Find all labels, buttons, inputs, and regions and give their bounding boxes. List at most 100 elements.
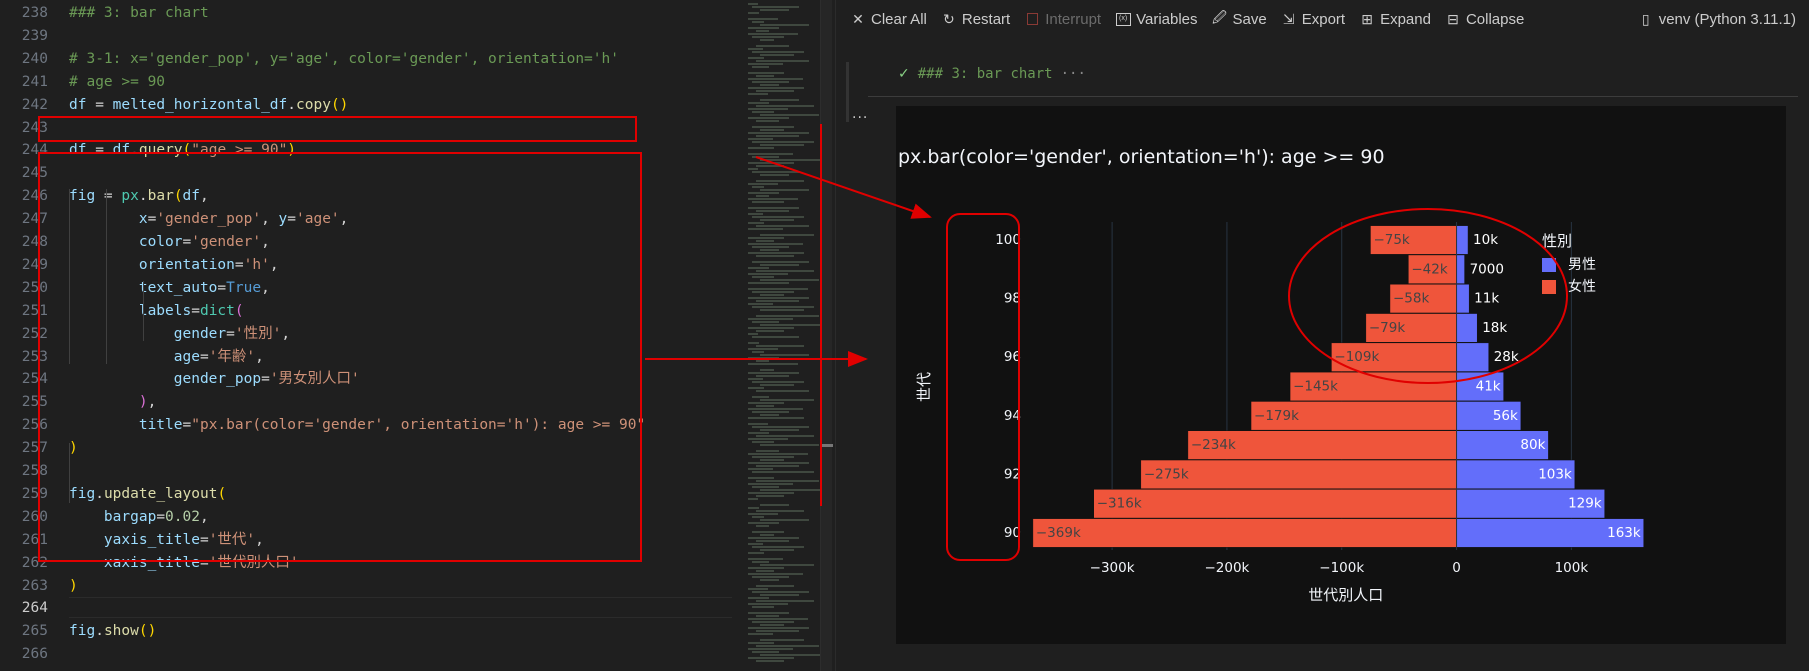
minimap-line: [760, 279, 819, 281]
x-axis-title: 世代別人口: [1308, 586, 1383, 604]
minimap-line: [748, 372, 799, 374]
minimap-line: [748, 627, 809, 629]
minimap-line: [748, 237, 784, 239]
code-line[interactable]: 266: [0, 643, 732, 666]
minimap-line: [748, 138, 773, 140]
minimap-line: [760, 534, 774, 536]
minimap-line: [760, 159, 824, 161]
code-line[interactable]: 241 # age >= 90: [0, 71, 732, 94]
x-tick-label: −200k: [1204, 560, 1249, 576]
bar-male[interactable]: [1456, 225, 1469, 255]
y-axis-title: 世代: [915, 372, 933, 402]
minimap-line: [760, 189, 809, 191]
bar-female[interactable]: [1032, 518, 1457, 548]
code-line[interactable]: 240 # 3-1: x='gender_pop', y='age', color…: [0, 48, 732, 71]
minimap-line: [760, 444, 819, 446]
minimap-line: [756, 525, 769, 527]
legend-swatch-male[interactable]: [1542, 258, 1556, 272]
minimap-line: [752, 126, 794, 128]
code-text: fig.show(): [69, 620, 156, 643]
code-editor[interactable]: 238 ### 3: bar chart 239 240 # 3-1: x='gende…: [0, 0, 732, 671]
minimap-line: [748, 378, 763, 380]
code-text: ): [69, 575, 78, 598]
minimap-line: [748, 633, 773, 635]
minimap-line: [760, 294, 784, 296]
minimap-line: [752, 201, 784, 203]
scrollbar-thumb[interactable]: [821, 444, 833, 447]
bar-male[interactable]: [1456, 254, 1465, 284]
minimap-line: [752, 351, 764, 353]
bar-male[interactable]: [1456, 342, 1489, 372]
minimap-line: [748, 423, 768, 425]
minimap-line: [748, 282, 789, 284]
minimap-line: [752, 141, 814, 143]
code-line[interactable]: 265 fig.show(): [0, 620, 732, 643]
minimap-line: [752, 381, 804, 383]
code-token: ): [69, 577, 78, 594]
minimap-line: [756, 300, 799, 302]
code-line[interactable]: 239: [0, 25, 732, 48]
bar-label: −145k: [1293, 379, 1338, 395]
code-line[interactable]: 238 ### 3: bar chart: [0, 2, 732, 25]
minimap-line: [748, 57, 764, 59]
minimap-line: [756, 480, 819, 482]
line-number: 242: [21, 96, 48, 113]
annotation-vertical-line: [820, 124, 822, 506]
minimap-line: [748, 108, 788, 110]
code-line[interactable]: 242 df = melted_horizontal_df.copy(): [0, 94, 732, 117]
minimap-line: [756, 660, 784, 662]
minimap-line: [752, 81, 789, 83]
minimap-line: [756, 540, 789, 542]
code-text: # 3-1: x='gender_pop', y='age', color='g…: [69, 48, 619, 71]
bar-male[interactable]: [1456, 283, 1470, 314]
line-number: 264: [21, 600, 48, 617]
minimap-line: [748, 522, 779, 524]
bar-label: −369k: [1036, 525, 1081, 541]
minimap-line: [756, 315, 819, 317]
minimap-line: [760, 39, 774, 41]
bar-male[interactable]: [1456, 313, 1478, 343]
minimap-line: [748, 408, 803, 410]
minimap-line: [752, 516, 764, 518]
minimap-line: [748, 72, 784, 74]
minimap-line: [748, 198, 798, 200]
bar-label: 10k: [1473, 232, 1498, 248]
minimap-line: [760, 24, 809, 26]
minimap-line: [748, 552, 764, 554]
minimap-line: [752, 396, 769, 398]
bar-female[interactable]: [1093, 489, 1457, 519]
legend-swatch-female[interactable]: [1542, 280, 1556, 294]
bar-label: 18k: [1482, 320, 1507, 336]
legend-label[interactable]: 男性: [1568, 257, 1596, 273]
legend-label[interactable]: 女性: [1568, 278, 1596, 295]
minimap-line: [752, 441, 774, 443]
minimap-line: [748, 657, 794, 659]
minimap-line: [752, 561, 769, 563]
minimap-line: [752, 576, 789, 578]
minimap-line: [748, 303, 773, 305]
minimap-line: [760, 309, 804, 311]
minimap-line: [748, 267, 769, 269]
line-number: 265: [21, 623, 48, 640]
minimap-line: [760, 564, 814, 566]
bar-label: 11k: [1474, 291, 1499, 307]
line-number: 266: [21, 646, 48, 663]
minimap-line: [760, 84, 779, 86]
minimap-line: [756, 405, 774, 407]
minimap-line: [748, 18, 778, 20]
minimap-line: [748, 573, 803, 575]
minimap-line: [756, 435, 814, 437]
minimap-line: [756, 630, 799, 632]
minimap-line: [752, 651, 779, 653]
minimap-line: [756, 585, 794, 587]
minimap-line: [752, 546, 804, 548]
minimap-line: [748, 243, 803, 245]
bar-label: −275k: [1144, 466, 1189, 482]
minimap-line: [748, 642, 774, 644]
minimap-line: [756, 210, 789, 212]
line-number: 263: [21, 577, 48, 594]
minimap-line: [752, 21, 764, 23]
minimap-line: [752, 111, 774, 113]
bar-label: −58k: [1393, 291, 1429, 307]
code-line[interactable]: 263): [0, 575, 732, 598]
